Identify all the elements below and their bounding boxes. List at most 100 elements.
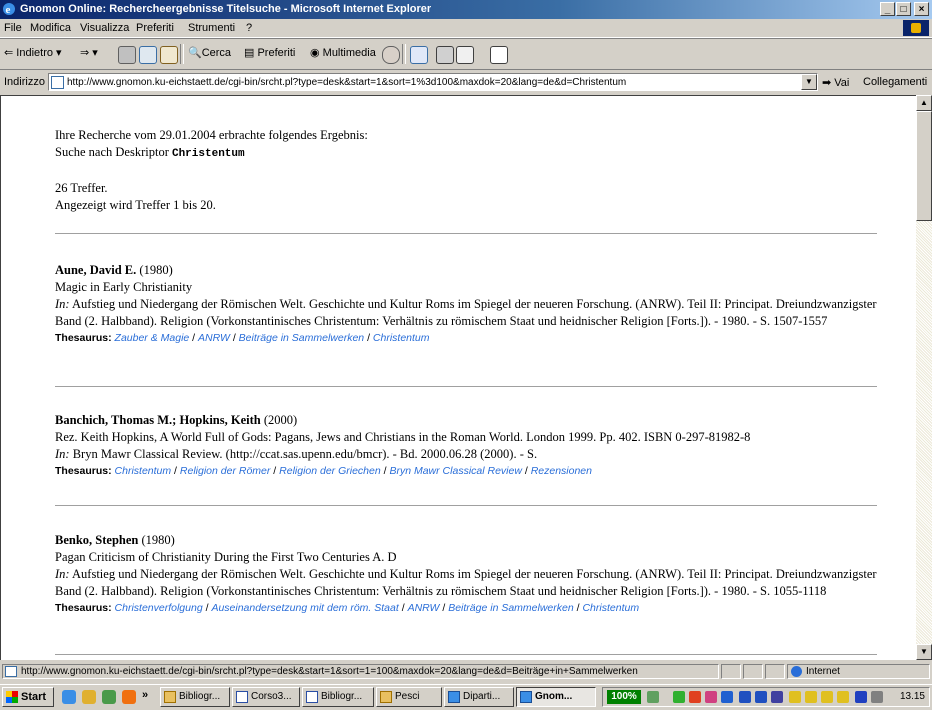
- thesaurus-link[interactable]: Religion der Römer: [180, 465, 270, 477]
- hit-count: 26 Treffer.: [55, 181, 108, 195]
- thesaurus-link[interactable]: Bryn Mawr Classical Review: [389, 465, 521, 477]
- address-input[interactable]: http://www.gnomon.ku-eichstaett.de/cgi-b…: [48, 73, 818, 91]
- history-icon[interactable]: [382, 46, 400, 64]
- multimedia-button[interactable]: ◉ Multimedia: [310, 46, 376, 59]
- desktop-quicklaunch-icon[interactable]: [102, 690, 116, 704]
- status-text: http://www.gnomon.ku-eichstaett.de/cgi-b…: [2, 664, 719, 679]
- windows-flag-icon: [6, 691, 18, 703]
- tray-icon[interactable]: [855, 691, 867, 703]
- entry-source: Aufstieg und Niedergang der Römischen We…: [55, 567, 877, 598]
- thesaurus-link[interactable]: Religion der Griechen: [279, 465, 381, 477]
- mail-icon[interactable]: [410, 46, 428, 64]
- word-icon: [236, 691, 248, 703]
- in-label: In:: [55, 297, 70, 311]
- entry-year: (1980): [139, 263, 173, 277]
- search-prefix: Suche nach Deskriptor: [55, 145, 169, 159]
- taskbar-button[interactable]: Bibliogr...: [160, 687, 230, 707]
- taskbar-button[interactable]: Bibliogr...: [302, 687, 374, 707]
- taskbar: Start » Bibliogr... Corso3... Bibliogr..…: [0, 684, 932, 710]
- tray-icon[interactable]: [821, 691, 833, 703]
- tray-icon[interactable]: [755, 691, 767, 703]
- close-button[interactable]: ×: [914, 2, 929, 16]
- globe-icon: [791, 666, 802, 677]
- tray-icon[interactable]: [771, 691, 783, 703]
- discuss-icon[interactable]: [490, 46, 508, 64]
- thesaurus-link[interactable]: Auseinandersetzung mit dem röm. Staat: [211, 602, 398, 614]
- back-button[interactable]: ⇐ Indietro ▾: [4, 46, 62, 59]
- menu-file[interactable]: File: [4, 22, 22, 34]
- print-icon[interactable]: [436, 46, 454, 64]
- media-quicklaunch-icon[interactable]: [122, 690, 136, 704]
- taskbar-button[interactable]: Diparti...: [444, 687, 514, 707]
- divider: [55, 654, 877, 655]
- page-icon: [5, 666, 17, 677]
- thesaurus-link[interactable]: Christentum: [373, 332, 430, 344]
- thesaurus-link[interactable]: Beiträge in Sammelwerken: [448, 602, 573, 614]
- forward-button[interactable]: ⇒ ▾: [80, 46, 98, 59]
- tray-icon[interactable]: [673, 691, 685, 703]
- system-tray: 100% 13.15: [602, 687, 930, 707]
- menu-bar: File Modifica Visualizza Preferiti Strum…: [0, 19, 932, 38]
- tray-icon[interactable]: [689, 691, 701, 703]
- tray-icon[interactable]: [705, 691, 717, 703]
- tray-icon[interactable]: [871, 691, 883, 703]
- taskbar-button[interactable]: Corso3...: [232, 687, 300, 707]
- scroll-down-icon[interactable]: ▼: [916, 644, 932, 660]
- maximize-button[interactable]: □: [896, 2, 911, 16]
- address-dropdown-icon[interactable]: ▼: [801, 74, 817, 90]
- minimize-button[interactable]: _: [880, 2, 895, 16]
- thesaurus-link[interactable]: Zauber & Magie: [115, 332, 190, 344]
- stop-icon[interactable]: [118, 46, 136, 64]
- tray-icon[interactable]: [789, 691, 801, 703]
- thesaurus-link[interactable]: Christentum: [115, 465, 172, 477]
- favorites-button[interactable]: ▤ Preferiti: [244, 46, 295, 59]
- windows-logo-icon: [903, 20, 929, 36]
- start-button[interactable]: Start: [2, 687, 54, 707]
- tray-icon[interactable]: [805, 691, 817, 703]
- go-button[interactable]: ➡ Vai: [822, 76, 849, 89]
- menu-modifica[interactable]: Modifica: [30, 22, 71, 34]
- svg-text:e: e: [6, 4, 11, 16]
- menu-help[interactable]: ?: [246, 22, 252, 34]
- tray-icon[interactable]: [837, 691, 849, 703]
- edit-icon[interactable]: [456, 46, 474, 64]
- tray-icon[interactable]: [739, 691, 751, 703]
- result-entry: Aune, David E. (1980) Magic in Early Chr…: [55, 262, 885, 347]
- search-intro: Ihre Recherche vom 29.01.2004 erbrachte …: [55, 128, 368, 142]
- scroll-up-icon[interactable]: ▲: [916, 95, 932, 111]
- scroll-thumb[interactable]: [916, 111, 932, 221]
- taskbar-button[interactable]: Pesci: [376, 687, 442, 707]
- thesaurus-link[interactable]: ANRW: [408, 602, 440, 614]
- divider: [55, 386, 877, 387]
- taskbar-button-active[interactable]: Gnom...: [516, 687, 596, 707]
- entry-source: Bryn Mawr Classical Review. (http://ccat…: [72, 447, 538, 461]
- divider: [55, 505, 877, 506]
- address-url: http://www.gnomon.ku-eichstaett.de/cgi-b…: [67, 77, 627, 88]
- entry-year: (2000): [263, 413, 298, 427]
- menu-preferiti[interactable]: Preferiti: [136, 22, 174, 34]
- links-button[interactable]: Collegamenti: [863, 76, 927, 88]
- home-icon[interactable]: [160, 46, 178, 64]
- ie-quicklaunch-icon[interactable]: [62, 690, 76, 704]
- toolbar-separator: [402, 44, 406, 64]
- menu-visualizza[interactable]: Visualizza: [80, 22, 129, 34]
- thesaurus-link[interactable]: Christentum: [582, 602, 639, 614]
- thesaurus-link[interactable]: ANRW: [198, 332, 230, 344]
- status-url: http://www.gnomon.ku-eichstaett.de/cgi-b…: [21, 666, 638, 677]
- vertical-scrollbar[interactable]: ▲ ▼: [916, 95, 932, 660]
- thesaurus-link[interactable]: Christenverfolgung: [115, 602, 203, 614]
- thesaurus-link[interactable]: Rezensionen: [531, 465, 592, 477]
- tray-icon[interactable]: [647, 691, 659, 703]
- refresh-icon[interactable]: [139, 46, 157, 64]
- zoom-indicator[interactable]: 100%: [607, 690, 641, 704]
- quicklaunch-more-icon[interactable]: »: [142, 689, 148, 701]
- outlook-quicklaunch-icon[interactable]: [82, 690, 96, 704]
- back-label: Indietro: [16, 47, 53, 59]
- tray-icon[interactable]: [721, 691, 733, 703]
- in-label: In:: [55, 567, 70, 581]
- menu-strumenti[interactable]: Strumenti: [188, 22, 235, 34]
- search-button[interactable]: 🔍Cerca: [188, 46, 231, 59]
- thesaurus-link[interactable]: Beiträge in Sammelwerken: [239, 332, 364, 344]
- word-icon: [306, 691, 318, 703]
- security-zone: Internet: [787, 664, 930, 679]
